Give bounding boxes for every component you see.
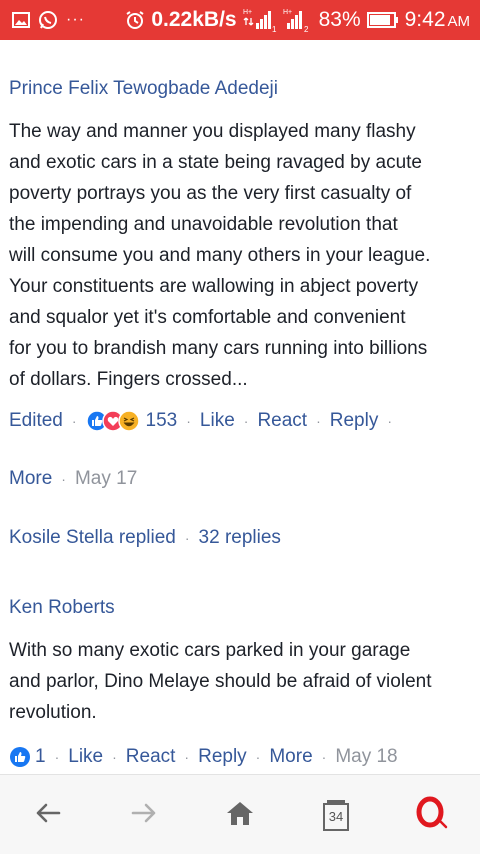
comment-line: of dollars. Fingers crossed... [9,369,248,390]
comment-actions: 1 · Like · React · Reply · More · May 18 [9,746,398,768]
comment-line: With so many exotic cars parked in your … [9,640,411,661]
like-button[interactable]: Like [200,410,235,432]
whatsapp-icon [38,10,58,30]
comment-line: The way and manner you displayed many fl… [9,121,416,142]
svg-text:H+: H+ [243,9,252,16]
forward-icon [131,802,157,829]
comment-body: With so many exotic cars parked in your … [9,635,471,728]
signal-sim2-icon: H+ 2 [283,7,313,33]
comment-author[interactable]: Prince Felix Tewogbade Adedeji [9,78,278,100]
comment-date: May 18 [335,746,398,767]
separator-dot: · [243,413,249,429]
comment-line: revolution. [9,702,97,723]
reaction-count[interactable]: 1 [35,746,46,768]
home-button[interactable] [220,795,260,835]
view-replies-link[interactable]: Kosile Stella replied · 32 replies [9,527,281,549]
separator-dot: · [321,749,327,765]
comment-line: poverty portrays you as the very first c… [9,183,412,204]
reply-button[interactable]: Reply [198,746,247,768]
separator-dot: · [54,749,60,765]
comment-author[interactable]: Ken Roberts [9,597,115,619]
reaction-icons[interactable] [85,410,142,432]
comments-feed: Prince Felix Tewogbade Adedeji The way a… [0,40,480,774]
comment-line: and squalor yet it's comfortable and con… [9,307,406,328]
more-notifications-icon: ··· [66,11,85,28]
separator-dot: · [71,413,77,429]
separator-dot: · [112,749,117,765]
reaction-icons[interactable] [9,746,31,768]
react-button[interactable]: React [257,410,307,432]
comment-line: for you to brandish many cars running in… [9,338,428,359]
comment-line: and exotic cars in a state being ravaged… [9,152,422,173]
signal-sim1-icon: H+ 1 [243,7,277,33]
separator-dot: · [184,749,190,765]
svg-text:H+: H+ [283,9,292,16]
separator-dot: · [387,413,393,429]
network-speed: 0.22kB/s [151,8,237,31]
tabs-count: 34 [328,809,344,824]
reply-count[interactable]: 32 replies [199,527,281,549]
comment-line: Your constituents are wallowing in abjec… [9,276,419,297]
separator-dot: · [186,413,191,429]
separator-dot: · [61,471,66,487]
react-button[interactable]: React [126,746,176,768]
comment-line: will consume you and many others in your… [9,245,431,266]
comment-date: May 17 [74,468,138,489]
forward-button[interactable] [124,795,164,835]
back-button[interactable] [28,795,68,835]
alarm-icon [125,10,145,30]
separator-dot: · [255,749,261,765]
home-icon [225,800,255,831]
replier-name[interactable]: Kosile Stella replied [9,527,176,549]
like-icon [10,747,30,767]
comment-body: The way and manner you displayed many fl… [9,116,471,395]
like-button[interactable]: Like [68,746,103,768]
svg-text:1: 1 [272,25,277,33]
comment-line: the impending and unavoidable revolution… [9,214,398,235]
opera-menu-button[interactable] [412,795,452,835]
more-button[interactable]: More [9,468,52,490]
browser-bottom-nav: 34 [0,774,480,854]
separator-dot: · [184,530,190,546]
tabs-icon: 34 [322,799,350,831]
gallery-icon [12,12,30,28]
tabs-button[interactable]: 34 [316,795,356,835]
svg-text:2: 2 [304,25,309,33]
status-bar: ··· 0.22kB/s H+ 1 H+ 2 83% 9:42 AM [0,0,480,40]
more-button[interactable]: More [269,746,312,768]
separator-dot: · [316,413,321,429]
back-icon [35,802,61,829]
reply-button[interactable]: Reply [330,410,379,432]
reaction-count[interactable]: 153 [146,410,178,432]
clock: 9:42 AM [404,8,470,31]
comment-actions-continued: More · May 17 [9,468,137,490]
comment-actions: Edited · 153 · Like · React · Reply · [9,410,401,432]
opera-icon [415,796,449,835]
haha-icon [117,410,140,432]
edited-label[interactable]: Edited [9,410,63,432]
battery-percent: 83% [318,8,361,31]
comment-line: and parlor, Dino Melaye should be afraid… [9,671,432,692]
battery-icon [366,12,399,28]
